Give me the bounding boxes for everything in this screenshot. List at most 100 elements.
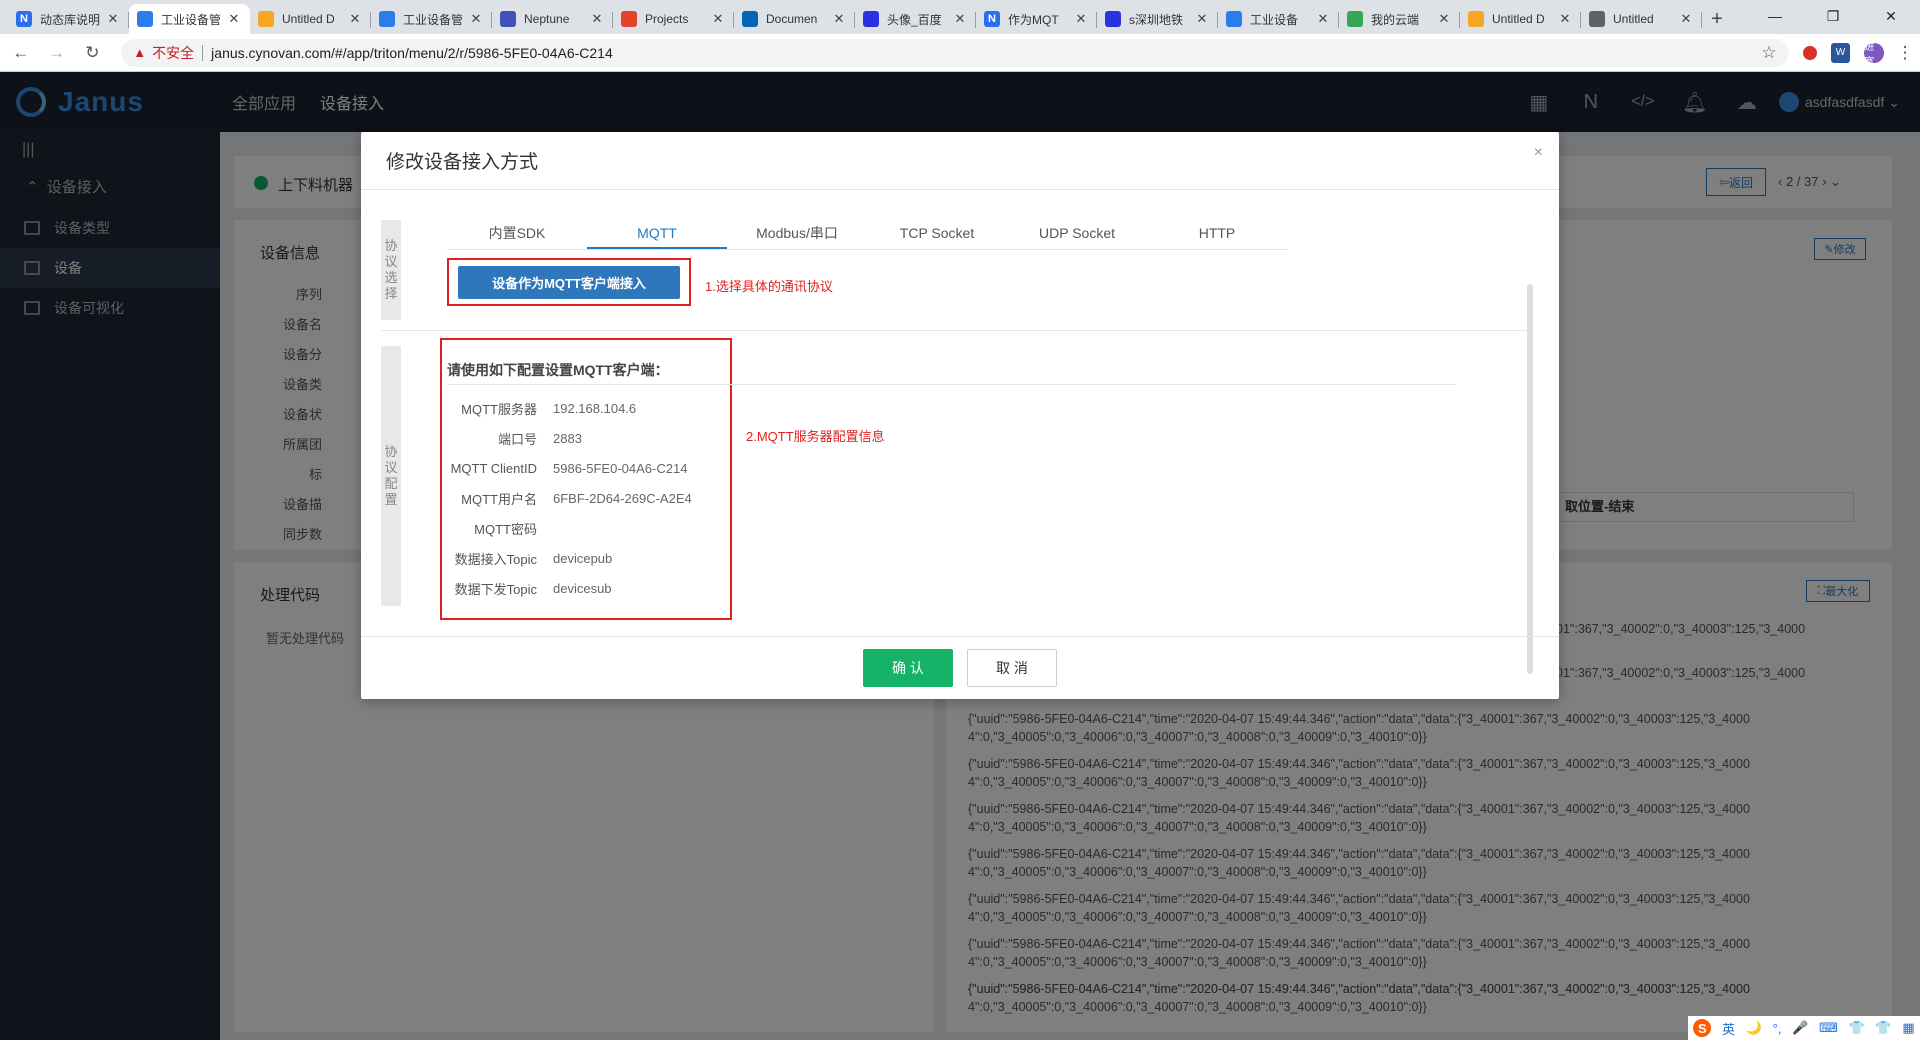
modal-body: 协议选择 内置SDK MQTT Modbus/串口 TCP Socket UDP Soc… [361, 190, 1559, 674]
browser-tab[interactable]: Untitled D ✕ [1460, 4, 1581, 34]
config-value[interactable]: 5986-5FE0-04A6-C214 [553, 461, 687, 476]
vertical-char: 协 [384, 444, 398, 459]
forward-icon[interactable]: → [42, 38, 72, 68]
browser-tab[interactable]: Untitled D ✕ [250, 4, 371, 34]
browser-tab[interactable]: Documen ✕ [734, 4, 855, 34]
tab-close-icon[interactable]: ✕ [1678, 11, 1694, 27]
tab-close-icon[interactable]: ✕ [1315, 11, 1331, 27]
browser-tab[interactable]: N 作为MQT ✕ [976, 4, 1097, 34]
vertical-char: 议 [384, 460, 398, 475]
config-row: 端口号 2883 [441, 426, 582, 450]
browser-tab[interactable]: 头像_百度 ✕ [855, 4, 976, 34]
tab-title: Documen [766, 12, 818, 26]
tab-favicon-icon [742, 11, 758, 27]
tab-favicon-icon [500, 11, 516, 27]
extension-red-icon[interactable] [1802, 45, 1817, 60]
config-value[interactable]: devicesub [553, 581, 612, 596]
mqtt-client-mode-button[interactable]: 设备作为MQTT客户端接入 [458, 266, 680, 299]
tab-close-icon[interactable]: ✕ [831, 11, 847, 27]
tab-favicon-icon [1226, 11, 1242, 27]
protocol-tab[interactable]: UDP Socket [1007, 220, 1147, 249]
insecure-label: 不安全 [152, 44, 195, 61]
extension-office-icon[interactable]: W [1830, 42, 1851, 63]
confirm-button[interactable]: 确 认 [863, 649, 953, 687]
protocol-tab[interactable]: Modbus/串口 [727, 220, 867, 249]
browser-tab[interactable]: Untitled ✕ [1581, 4, 1702, 34]
tray-icon[interactable]: ▦ [1902, 1020, 1914, 1036]
browser-tab[interactable]: s深圳地铁 ✕ [1097, 4, 1218, 34]
config-value[interactable]: devicepub [553, 551, 612, 566]
edit-access-modal: 修改设备接入方式 × 协议选择 内置SDK MQTT Modbus/串口 TCP So… [361, 132, 1559, 699]
profile-avatar[interactable]: 进宽 [1864, 42, 1885, 68]
tab-close-icon[interactable]: ✕ [1194, 11, 1210, 27]
config-title: 请使用如下配置设置MQTT客户端： [447, 362, 669, 378]
tray-icon[interactable]: 👕 [1849, 1020, 1865, 1036]
address-bar: ← → ↻ ▲ 不安全 janus.cynovan.com/#/app/trit… [0, 34, 1920, 72]
ime-taskbar: S 英 🌙 °, 🎤 ⌨ 👕 👕 ▦ [1688, 1016, 1920, 1040]
tray-icon[interactable]: S [1693, 1019, 1712, 1037]
tab-title: 作为MQT [1008, 12, 1059, 27]
config-row: MQTT用户名 6FBF-2D64-269C-A2E4 [441, 486, 692, 510]
back-icon[interactable]: ← [6, 38, 36, 68]
protocol-config-label: 协议配置 [381, 346, 401, 606]
config-value[interactable]: 192.168.104.6 [553, 401, 636, 416]
tab-close-icon[interactable]: ✕ [589, 11, 605, 27]
config-key: MQTT ClientID [450, 460, 537, 476]
tab-favicon-icon [379, 11, 395, 27]
minimize-icon[interactable]: — [1746, 0, 1804, 32]
modal-scrollbar[interactable] [1527, 284, 1533, 674]
annotation-2: 2.MQTT服务器配置信息 [746, 429, 885, 444]
tray-icon[interactable]: 🎤 [1792, 1020, 1808, 1036]
tab-title: Untitled D [1492, 12, 1545, 26]
tray-icon[interactable]: 👕 [1875, 1020, 1891, 1036]
tab-close-icon[interactable]: ✕ [952, 11, 968, 27]
tab-close-icon[interactable]: ✕ [1073, 11, 1089, 27]
browser-tab[interactable]: 我的云端 ✕ [1339, 4, 1460, 34]
tray-icon[interactable]: 英 [1722, 1019, 1735, 1038]
tab-close-icon[interactable]: ✕ [347, 11, 363, 27]
protocol-tab[interactable]: 内置SDK [447, 220, 587, 249]
new-tab-icon[interactable]: + [1702, 4, 1732, 34]
url-text[interactable]: janus.cynovan.com/#/app/triton/menu/2/r/… [211, 45, 1761, 61]
config-value[interactable]: 6FBF-2D64-269C-A2E4 [553, 491, 692, 506]
browser-menu-icon[interactable]: ⋮ [1890, 38, 1920, 68]
protocol-tab[interactable]: HTTP [1147, 220, 1287, 249]
browser-tab[interactable]: Projects ✕ [613, 4, 734, 34]
tab-close-icon[interactable]: ✕ [710, 11, 726, 27]
tab-close-icon[interactable]: ✕ [1436, 11, 1452, 27]
reload-icon[interactable]: ↻ [78, 38, 108, 68]
tab-favicon-icon [621, 11, 637, 27]
modal-footer: 确 认 取 消 [361, 636, 1559, 699]
tab-close-icon[interactable]: ✕ [105, 11, 121, 27]
tab-close-icon[interactable]: ✕ [1557, 11, 1573, 27]
protocol-tab[interactable]: TCP Socket [867, 220, 1007, 249]
bookmark-star-icon[interactable]: ☆ [1761, 43, 1776, 63]
section-divider [381, 330, 1528, 331]
warning-icon: ▲ [133, 45, 147, 60]
close-icon[interactable]: × [1534, 144, 1543, 162]
tab-title: 动态库说明 [40, 12, 101, 27]
cancel-button[interactable]: 取 消 [967, 649, 1057, 687]
protocol-tab[interactable]: MQTT [587, 220, 727, 249]
tab-title: s深圳地铁 [1129, 12, 1184, 27]
close-window-icon[interactable]: ✕ [1862, 0, 1920, 32]
tray-icon[interactable]: °, [1773, 1021, 1782, 1036]
browser-tab[interactable]: Neptune ✕ [492, 4, 613, 34]
omnibox[interactable]: ▲ 不安全 janus.cynovan.com/#/app/triton/men… [121, 38, 1789, 67]
tray-icon[interactable]: ⌨ [1819, 1020, 1838, 1036]
browser-tab[interactable]: 工业设备 ✕ [1218, 4, 1339, 34]
tab-close-icon[interactable]: ✕ [468, 11, 484, 27]
annotation-1: 1.选择具体的通讯协议 [705, 279, 833, 294]
config-value[interactable]: 2883 [553, 431, 582, 446]
config-row: MQTT密码 [441, 516, 553, 540]
tab-favicon-icon [1105, 11, 1121, 27]
tab-title: 工业设备管 [161, 12, 222, 27]
tray-icon[interactable]: 🌙 [1746, 1020, 1762, 1036]
browser-tab[interactable]: 工业设备管 ✕ [129, 4, 250, 34]
browser-tab[interactable]: N 动态库说明 ✕ [8, 4, 129, 34]
browser-tab[interactable]: 工业设备管 ✕ [371, 4, 492, 34]
restore-icon[interactable]: ❐ [1804, 0, 1862, 32]
vertical-char: 置 [384, 492, 398, 507]
tab-title: Neptune [524, 12, 570, 26]
tab-close-icon[interactable]: ✕ [226, 11, 242, 27]
